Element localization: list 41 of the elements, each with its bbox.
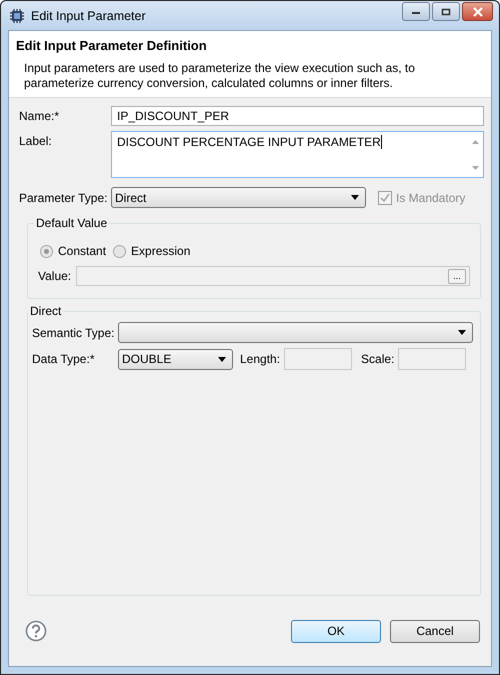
maximize-icon bbox=[441, 8, 451, 16]
is-mandatory-label: Is Mandatory bbox=[396, 190, 466, 204]
radio-button[interactable] bbox=[113, 244, 126, 258]
length-label: Length: bbox=[240, 352, 280, 366]
value-field[interactable]: ... bbox=[76, 266, 470, 286]
dialog-button[interactable]: OK bbox=[291, 620, 381, 642]
length-field[interactable] bbox=[284, 348, 352, 370]
browse-button[interactable]: ... bbox=[448, 268, 466, 284]
close-icon bbox=[472, 6, 484, 16]
maximize-button[interactable] bbox=[432, 2, 460, 21]
semantic-type-label: Semantic Type: bbox=[32, 326, 116, 340]
radio-label: Expression bbox=[131, 244, 190, 258]
group-title: Default Value bbox=[35, 216, 108, 230]
parameter-type-dropdown[interactable]: Direct bbox=[111, 187, 366, 208]
semantic-type-dropdown[interactable] bbox=[118, 322, 473, 343]
minimize-button[interactable] bbox=[402, 2, 430, 21]
label-field[interactable]: DISCOUNT PERCENTAGE INPUT PARAMETER bbox=[111, 131, 484, 178]
help-icon[interactable] bbox=[25, 620, 47, 642]
dropdown-arrow-icon bbox=[351, 195, 359, 200]
scroll-down-icon[interactable] bbox=[472, 166, 478, 171]
window-title: Edit Input Parameter bbox=[31, 8, 147, 22]
dropdown-arrow-icon bbox=[458, 330, 466, 335]
dialog-button[interactable]: Cancel bbox=[390, 620, 480, 642]
radio-label: Constant bbox=[58, 244, 106, 258]
name-field[interactable]: IP_DISCOUNT_PER bbox=[111, 106, 484, 126]
chip-icon bbox=[9, 8, 25, 24]
data-type-label: Data Type:* bbox=[32, 352, 96, 366]
parameter-type-label: Parameter Type: bbox=[18, 190, 108, 204]
scale-label: Scale: bbox=[361, 352, 394, 366]
scroll-up-icon[interactable] bbox=[472, 140, 478, 145]
group-title: Direct bbox=[29, 304, 62, 318]
data-type-dropdown[interactable]: DOUBLE bbox=[118, 348, 233, 370]
close-button[interactable] bbox=[462, 2, 493, 21]
label-label: Label: bbox=[18, 133, 53, 148]
scale-field[interactable] bbox=[398, 348, 466, 370]
value-label: Value: bbox=[38, 269, 72, 283]
name-label: Name:* bbox=[18, 109, 60, 123]
dialog-heading: Edit Input Parameter Definition bbox=[16, 38, 208, 53]
dropdown-arrow-icon bbox=[218, 356, 226, 362]
radio-button[interactable] bbox=[40, 244, 53, 258]
description-text: Input parameters are used to parameterize the view execution such as, to parameterize currency conversion, calculated columns or inner filters. bbox=[23, 61, 416, 91]
